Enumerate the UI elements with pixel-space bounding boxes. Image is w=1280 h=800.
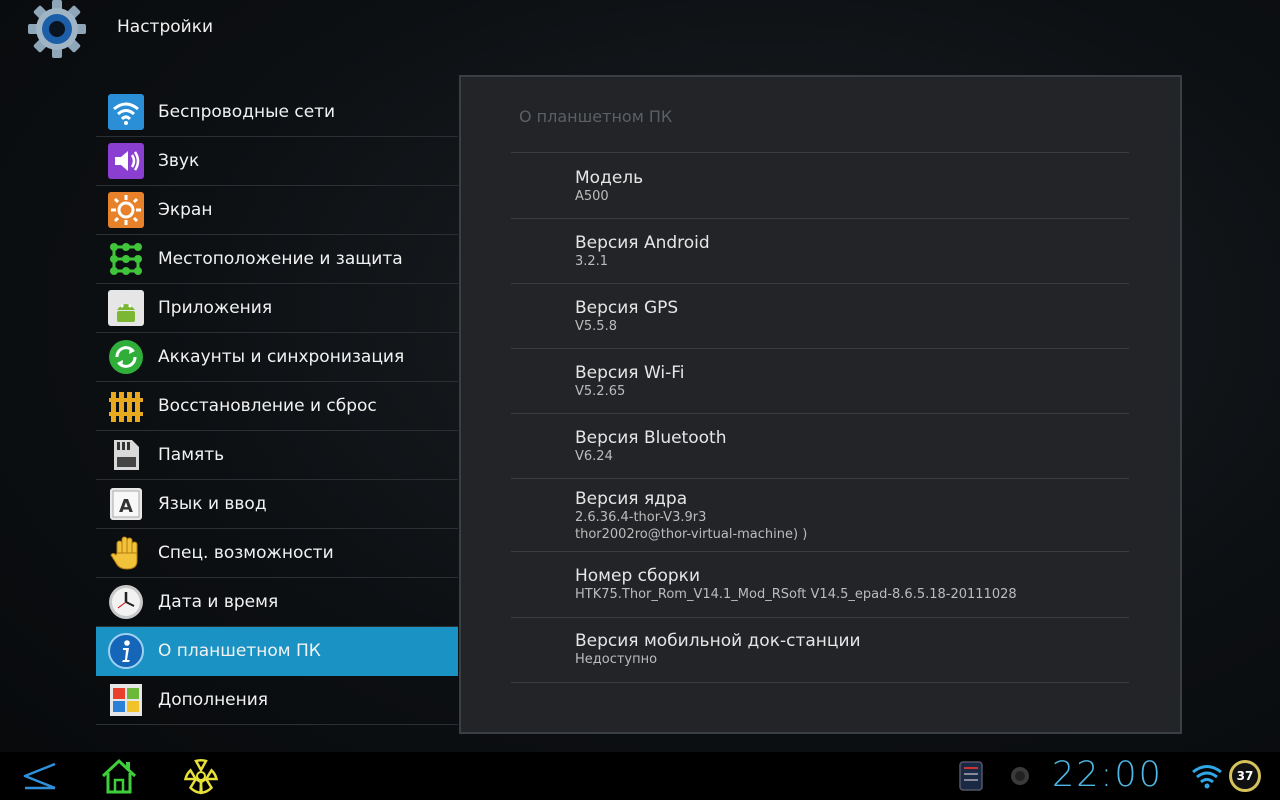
fence-icon bbox=[108, 388, 144, 424]
brightness-icon bbox=[108, 192, 144, 228]
sidebar-item-label: Местоположение и защита bbox=[158, 249, 403, 269]
sidebar-item-backup-reset[interactable]: Восстановление и сброс bbox=[96, 382, 458, 431]
sidebar-item-label: О планшетном ПК bbox=[158, 641, 321, 661]
clock-icon bbox=[108, 584, 144, 620]
sidebar-item-applications[interactable]: Приложения bbox=[96, 284, 458, 333]
list-item-build-number[interactable]: Номер сборки HTK75.Thor_Rom_V14.1_Mod_RS… bbox=[511, 552, 1129, 618]
list-item-title: Версия Android bbox=[575, 233, 710, 253]
list-item-value: V6.24 bbox=[575, 449, 613, 464]
sidebar-item-label: Спец. возможности bbox=[158, 543, 334, 563]
sidebar-item-label: Аккаунты и синхронизация bbox=[158, 347, 405, 367]
sidebar-item-date-time[interactable]: Дата и время bbox=[96, 578, 458, 627]
sidebar-item-label: Звук bbox=[158, 151, 200, 171]
gear-icon[interactable] bbox=[26, 0, 88, 58]
sidebar-item-location-security[interactable]: Местоположение и защита bbox=[96, 235, 458, 284]
sidebar-item-label: Дополнения bbox=[158, 690, 269, 710]
action-bar: Настройки bbox=[0, 0, 1280, 60]
panel-title: О планшетном ПК bbox=[519, 107, 673, 126]
notification-dot-icon[interactable] bbox=[1007, 752, 1033, 800]
info-icon bbox=[108, 633, 144, 669]
hand-icon bbox=[108, 535, 144, 571]
sidebar-item-label: Память bbox=[158, 445, 225, 465]
list-item-value: V5.5.8 bbox=[575, 319, 617, 334]
list-item-wifi-version[interactable]: Версия Wi-Fi V5.2.65 bbox=[511, 349, 1129, 414]
sidebar-item-about-tablet[interactable]: О планшетном ПК bbox=[96, 627, 458, 676]
windows-icon bbox=[108, 682, 144, 718]
back-button[interactable] bbox=[14, 752, 64, 800]
list-item-value: V5.2.65 bbox=[575, 384, 626, 399]
sidebar-item-language-input[interactable]: A Язык и ввод bbox=[96, 480, 458, 529]
battery-indicator[interactable]: 37 bbox=[1229, 760, 1261, 792]
list-item-title: Версия Bluetooth bbox=[575, 428, 727, 448]
list-item-value: 3.2.1 bbox=[575, 254, 609, 269]
list-item-value-line2: thor2002ro@thor-virtual-machine) ) bbox=[575, 527, 808, 542]
sidebar-item-storage[interactable]: Память bbox=[96, 431, 458, 480]
radiation-icon[interactable] bbox=[178, 752, 224, 800]
notification-app-icon[interactable] bbox=[956, 752, 986, 800]
sidebar-item-extras[interactable]: Дополнения bbox=[96, 676, 458, 725]
sidebar-item-label: Восстановление и сброс bbox=[158, 396, 377, 416]
list-item-value: A500 bbox=[575, 189, 609, 204]
sidebar-item-wireless[interactable]: Беспроводные сети bbox=[96, 88, 458, 137]
list-item-value: Недоступно bbox=[575, 652, 658, 667]
sidebar-item-label: Дата и время bbox=[158, 592, 279, 612]
sidebar-item-accounts-sync[interactable]: Аккаунты и синхронизация bbox=[96, 333, 458, 382]
list-item-kernel-version[interactable]: Версия ядра 2.6.36.4-thor-V3.9r3 thor200… bbox=[511, 479, 1129, 552]
list-item-title: Версия ядра bbox=[575, 489, 688, 509]
android-icon bbox=[108, 290, 144, 326]
sidebar-item-label: Беспроводные сети bbox=[158, 102, 336, 122]
system-bar: 22:00 37 bbox=[0, 752, 1280, 800]
app-title: Настройки bbox=[117, 17, 214, 37]
list-item-title: Версия Wi-Fi bbox=[575, 363, 685, 383]
wifi-signal-icon[interactable] bbox=[1190, 752, 1224, 800]
list-item-bluetooth-version[interactable]: Версия Bluetooth V6.24 bbox=[511, 414, 1129, 479]
sync-icon bbox=[108, 339, 144, 375]
svg-text:A: A bbox=[119, 496, 133, 517]
settings-sidebar: Беспроводные сети Звук Экран Местоположе… bbox=[96, 88, 458, 725]
about-panel: О планшетном ПК Модель A500 Версия Andro… bbox=[459, 75, 1182, 734]
sidebar-item-display[interactable]: Экран bbox=[96, 186, 458, 235]
list-item-dock-version[interactable]: Версия мобильной док-станции Недоступно bbox=[511, 618, 1129, 683]
list-item-title: Модель bbox=[575, 168, 644, 188]
sidebar-item-accessibility[interactable]: Спец. возможности bbox=[96, 529, 458, 578]
sidebar-item-label: Экран bbox=[158, 200, 213, 220]
keyboard-key-icon: A bbox=[108, 486, 144, 522]
list-item-title: Номер сборки bbox=[575, 566, 701, 586]
home-button[interactable] bbox=[96, 752, 142, 800]
about-list: Модель A500 Версия Android 3.2.1 Версия … bbox=[511, 152, 1129, 683]
speaker-icon bbox=[108, 143, 144, 179]
list-item-android-version[interactable]: Версия Android 3.2.1 bbox=[511, 219, 1129, 284]
status-clock[interactable]: 22:00 bbox=[1052, 755, 1163, 795]
list-item-gps-version[interactable]: Версия GPS V5.5.8 bbox=[511, 284, 1129, 349]
list-item-title: Версия мобильной док-станции bbox=[575, 631, 861, 651]
wifi-icon bbox=[108, 94, 144, 130]
pattern-lock-icon bbox=[108, 241, 144, 277]
list-item-model[interactable]: Модель A500 bbox=[511, 153, 1129, 219]
sd-card-icon bbox=[108, 437, 144, 473]
list-item-title: Версия GPS bbox=[575, 298, 679, 318]
sidebar-item-sound[interactable]: Звук bbox=[96, 137, 458, 186]
sidebar-item-label: Приложения bbox=[158, 298, 273, 318]
list-item-value: 2.6.36.4-thor-V3.9r3 bbox=[575, 510, 707, 525]
sidebar-item-label: Язык и ввод bbox=[158, 494, 267, 514]
list-item-value: HTK75.Thor_Rom_V14.1_Mod_RSoft V14.5_epa… bbox=[575, 587, 1017, 602]
